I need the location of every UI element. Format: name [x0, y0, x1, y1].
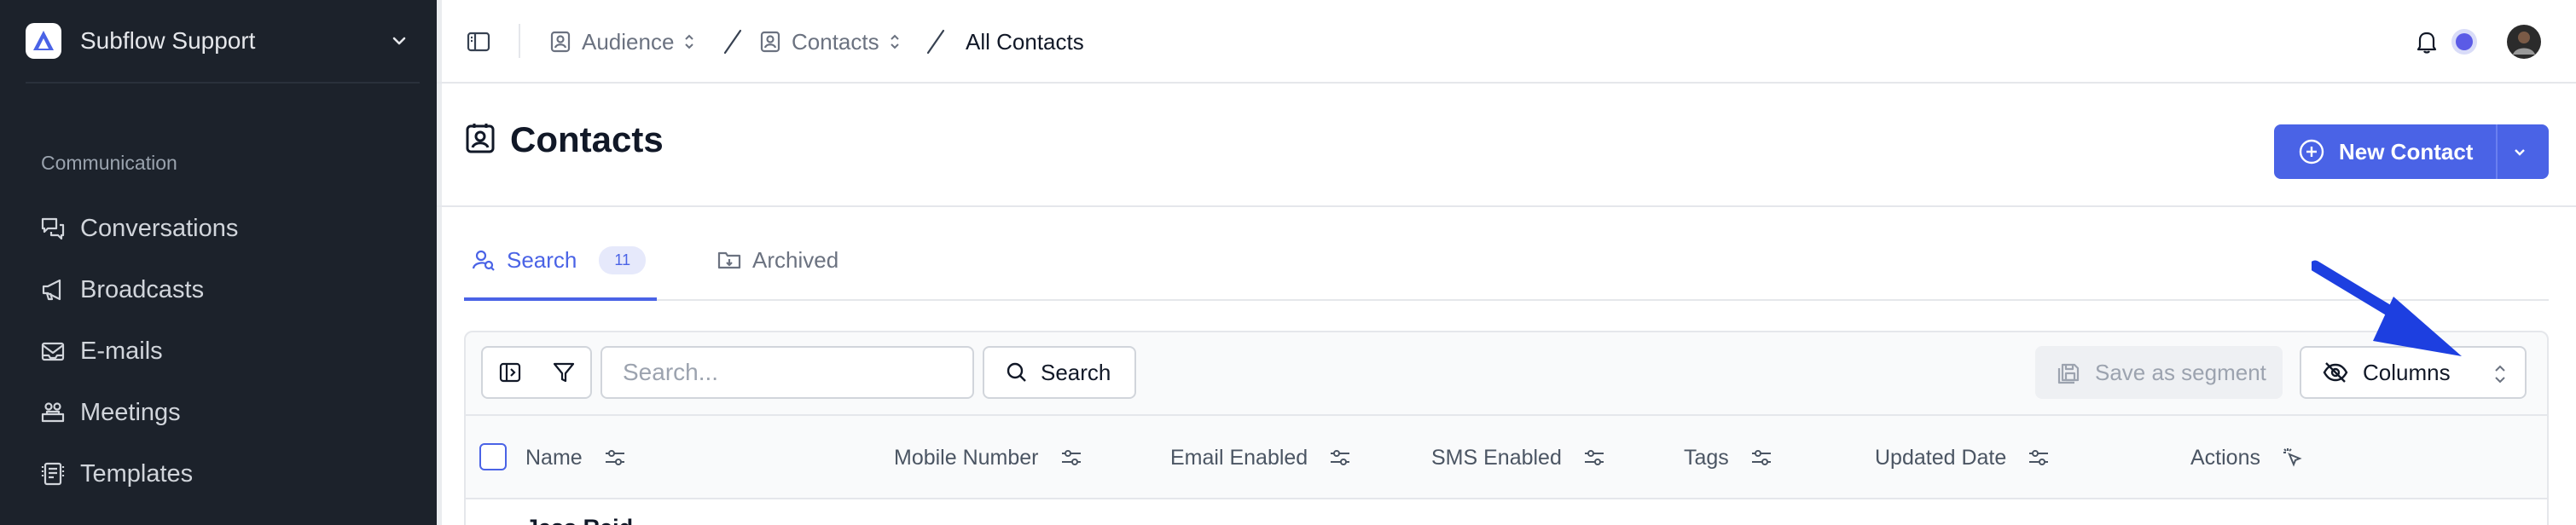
button-divider: [2496, 124, 2498, 179]
breadcrumb-contacts[interactable]: Contacts: [759, 26, 902, 58]
chevron-down-icon[interactable]: [389, 31, 409, 55]
filter-icon[interactable]: [551, 360, 577, 385]
sliders-icon[interactable]: [1328, 447, 1352, 468]
sidebar-item-broadcasts[interactable]: Broadcasts: [38, 259, 413, 320]
active-tab-indicator: [464, 297, 657, 301]
page-title: Contacts: [510, 119, 664, 159]
column-header-email-enabled[interactable]: Email Enabled: [1170, 443, 1352, 472]
panel-toggle-icon[interactable]: [497, 360, 523, 385]
sliders-icon[interactable]: [2027, 447, 2051, 468]
column-label: Name: [525, 445, 583, 470]
column-label: Actions: [2190, 445, 2260, 470]
tab-bar: Search 11 Archived: [464, 207, 2549, 301]
select-all-checkbox[interactable]: [479, 443, 507, 470]
save-as-segment-button[interactable]: Save as segment: [2035, 346, 2283, 399]
save-icon: [2056, 360, 2081, 385]
table-row[interactable]: Jess Reid: [466, 499, 2547, 525]
sliders-icon[interactable]: [603, 447, 627, 468]
breadcrumb-current: All Contacts: [966, 29, 1084, 55]
breadcrumb-separator-icon: [921, 26, 950, 62]
save-as-segment-label: Save as segment: [2095, 359, 2266, 385]
main-content: Audience Contacts All Contacts Contacts …: [437, 0, 2576, 525]
avatar[interactable]: [2504, 22, 2544, 61]
sidebar-item-label: E-mails: [80, 337, 163, 365]
archive-folder-icon: [717, 247, 742, 273]
sidebar-item-label: Templates: [80, 459, 194, 488]
meeting-icon: [38, 397, 68, 428]
contacts-table: Search Save as segment Columns: [464, 331, 2549, 525]
annotation-arrow-icon: [2309, 259, 2465, 366]
view-filter-group: [481, 346, 592, 399]
sidebar-section-label: Communication: [41, 152, 177, 174]
column-header-updated-date[interactable]: Updated Date: [1875, 443, 2051, 472]
column-label: SMS Enabled: [1431, 445, 1562, 470]
column-header-sms-enabled[interactable]: SMS Enabled: [1431, 443, 1606, 472]
status-indicator-icon[interactable]: [2448, 26, 2480, 58]
table-toolbar: Search Save as segment Columns: [466, 332, 2547, 416]
user-search-icon: [471, 247, 496, 273]
column-header-actions: Actions: [2190, 443, 2305, 472]
page-title-group: Contacts: [464, 119, 664, 160]
breadcrumb-label: Audience: [582, 28, 675, 55]
sidebar-item-label: Meetings: [80, 398, 181, 426]
tab-search[interactable]: Search 11: [471, 243, 647, 277]
workspace-switcher[interactable]: Subflow Support: [26, 20, 409, 61]
workspace-name: Subflow Support: [80, 27, 256, 54]
sliders-icon[interactable]: [1749, 447, 1773, 468]
sidebar-divider: [26, 82, 420, 84]
plus-circle-icon: [2298, 138, 2325, 165]
column-label: Tags: [1684, 445, 1729, 470]
sidebar: Subflow Support Communication Conversati…: [0, 0, 437, 525]
search-icon: [1005, 361, 1029, 384]
sliders-icon[interactable]: [1582, 447, 1606, 468]
breadcrumb-label: Contacts: [792, 28, 879, 55]
tab-label: Archived: [752, 246, 839, 273]
column-label: Email Enabled: [1170, 445, 1308, 470]
search-button-label: Search: [1041, 359, 1111, 385]
top-bar: Audience Contacts All Contacts: [437, 0, 2576, 84]
page-header: Contacts New Contact: [437, 84, 2576, 207]
contact-name: Jess Reid: [525, 515, 633, 525]
new-contact-button[interactable]: New Contact: [2274, 124, 2549, 179]
breadcrumb-separator-icon: [718, 26, 747, 62]
sidebar-item-label: Broadcasts: [80, 275, 205, 303]
sidebar-item-emails[interactable]: E-mails: [38, 320, 413, 382]
chevron-down-icon[interactable]: [2511, 143, 2528, 164]
column-header-mobile-number[interactable]: Mobile Number: [894, 443, 1083, 472]
contact-book-icon: [464, 121, 496, 159]
sliders-icon[interactable]: [1059, 447, 1083, 468]
count-badge: 11: [599, 245, 647, 274]
topbar-divider: [519, 24, 520, 58]
column-header-name[interactable]: Name: [525, 443, 627, 472]
column-label: Mobile Number: [894, 445, 1039, 470]
breadcrumb-audience[interactable]: Audience: [549, 26, 696, 58]
column-header-tags[interactable]: Tags: [1684, 443, 1773, 472]
sidebar-item-meetings[interactable]: Meetings: [38, 382, 413, 443]
template-icon: [38, 459, 68, 489]
chat-icon: [38, 213, 68, 244]
column-label: Updated Date: [1875, 445, 2007, 470]
sidebar-nav: Conversations Broadcasts E-mails Meeting…: [38, 198, 413, 505]
contact-book-icon: [759, 30, 781, 54]
megaphone-icon: [38, 274, 68, 305]
workspace-logo: [26, 23, 61, 59]
tab-archived[interactable]: Archived: [717, 243, 838, 277]
search-button[interactable]: Search: [983, 346, 1136, 399]
sidebar-item-templates[interactable]: Templates: [38, 443, 413, 505]
contact-book-icon: [549, 30, 571, 54]
sidebar-item-conversations[interactable]: Conversations: [38, 198, 413, 259]
pointer-click-icon: [2281, 446, 2305, 470]
selector-chevron-icon: [2492, 363, 2508, 391]
selector-chevron-icon: [888, 32, 902, 51]
new-contact-label: New Contact: [2339, 138, 2474, 164]
sidebar-item-label: Conversations: [80, 214, 239, 242]
mail-icon: [38, 336, 68, 366]
sidebar-toggle-icon[interactable]: [462, 26, 495, 58]
selector-chevron-icon: [682, 32, 696, 51]
table-header: Name Mobile Number Email Enabled SMS Ena…: [466, 416, 2547, 499]
bell-icon[interactable]: [2411, 26, 2443, 58]
tab-label: Search: [507, 246, 577, 273]
search-input[interactable]: [600, 346, 974, 399]
